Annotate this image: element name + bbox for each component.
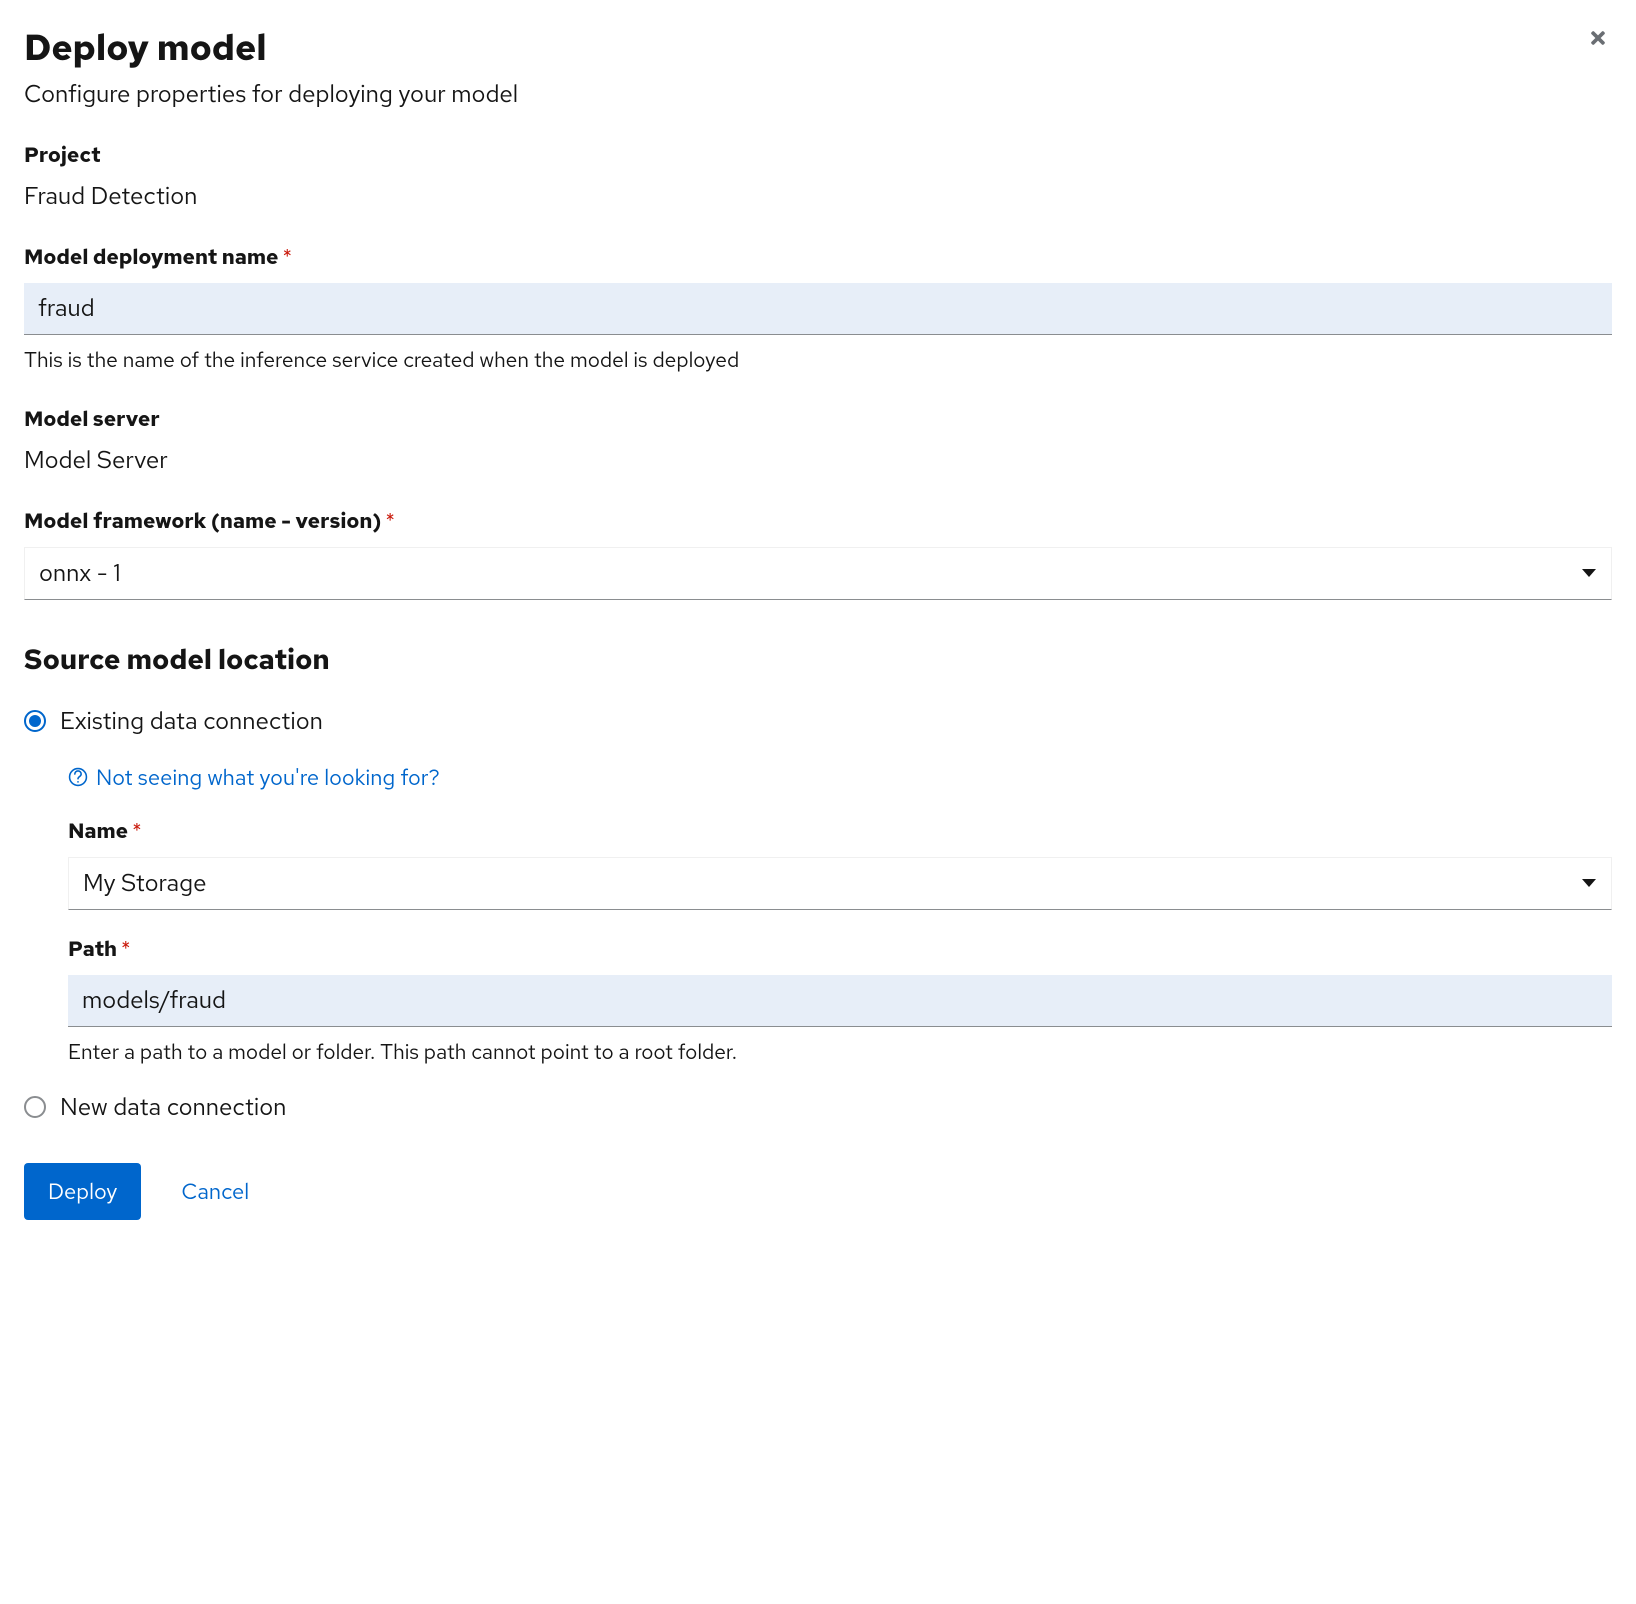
help-link[interactable]: Not seeing what you're looking for? xyxy=(68,763,440,792)
deployment-name-label: Model deployment name* xyxy=(24,244,1612,271)
project-label: Project xyxy=(24,142,1612,169)
connection-name-label-text: Name xyxy=(68,818,128,845)
new-connection-label[interactable]: New data connection xyxy=(60,1092,286,1123)
framework-select[interactable]: onnx - 1 xyxy=(24,547,1612,600)
new-connection-radio[interactable] xyxy=(24,1096,46,1118)
help-link-text: Not seeing what you're looking for? xyxy=(96,763,440,792)
model-server-label: Model server xyxy=(24,406,1612,433)
framework-label: Model framework (name - version)* xyxy=(24,508,1612,535)
path-label: Path* xyxy=(68,936,1612,963)
deployment-name-input[interactable] xyxy=(24,283,1612,335)
connection-name-select[interactable]: My Storage xyxy=(68,857,1612,910)
path-label-text: Path xyxy=(68,936,117,963)
deployment-name-helper: This is the name of the inference servic… xyxy=(24,347,1612,374)
path-input[interactable] xyxy=(68,975,1612,1027)
modal-title: Deploy model xyxy=(24,24,267,71)
required-indicator: * xyxy=(282,244,292,271)
existing-connection-radio[interactable] xyxy=(24,710,46,732)
close-icon xyxy=(1588,28,1608,48)
cancel-button[interactable]: Cancel xyxy=(181,1163,249,1220)
required-indicator: * xyxy=(121,936,131,963)
modal-subtitle: Configure properties for deploying your … xyxy=(24,79,1612,110)
close-button[interactable] xyxy=(1584,24,1612,52)
source-location-heading: Source model location xyxy=(24,640,1612,678)
deployment-name-label-text: Model deployment name xyxy=(24,244,278,271)
question-circle-icon xyxy=(68,767,88,787)
project-value: Fraud Detection xyxy=(24,181,1612,212)
deploy-button[interactable]: Deploy xyxy=(24,1163,141,1220)
path-helper: Enter a path to a model or folder. This … xyxy=(68,1039,1612,1066)
required-indicator: * xyxy=(132,818,142,845)
framework-label-text: Model framework (name - version) xyxy=(24,508,381,535)
existing-connection-label[interactable]: Existing data connection xyxy=(60,706,323,737)
model-server-value: Model Server xyxy=(24,445,1612,476)
required-indicator: * xyxy=(385,508,395,535)
connection-name-label: Name* xyxy=(68,818,1612,845)
